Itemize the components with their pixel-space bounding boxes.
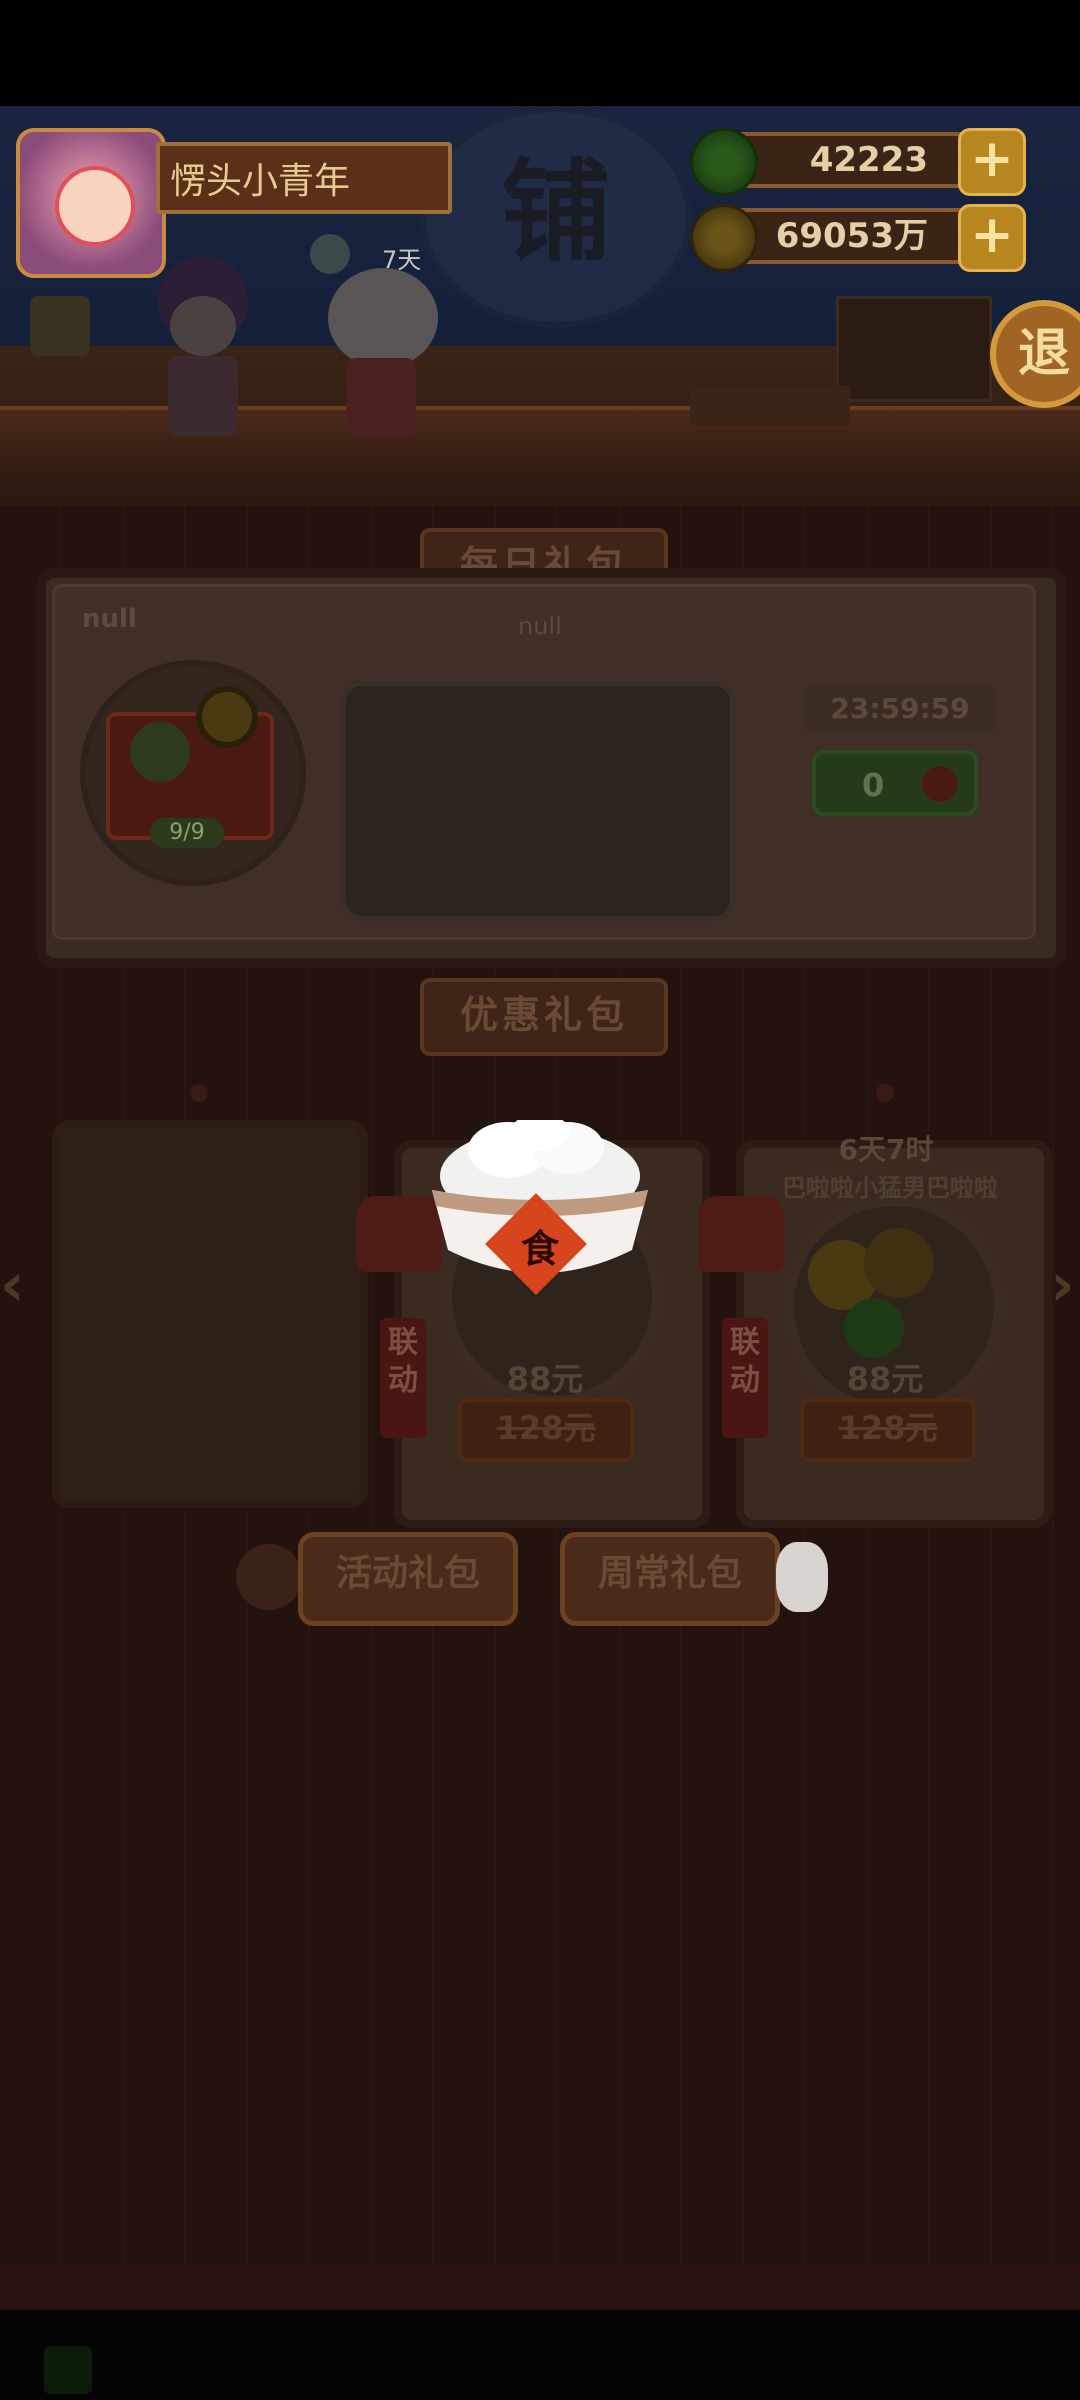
system-nav xyxy=(0,2310,1080,2400)
rice-bowl-icon[interactable]: 食 xyxy=(428,1114,652,1296)
player-name: 愣头小青年 xyxy=(156,142,452,214)
shop-sign: 铺 xyxy=(420,106,692,328)
avatar-face xyxy=(55,166,135,246)
rabbit-character[interactable] xyxy=(316,258,446,448)
gift-3-timer: 6天7时 xyxy=(838,1133,934,1166)
gold-coin-icon xyxy=(864,1228,934,1298)
tab-activity-gift[interactable]: 活动礼包 xyxy=(298,1532,518,1626)
countdown-timer: 23:59:59 xyxy=(804,686,996,732)
bottom-bar xyxy=(0,2264,1080,2310)
tab-regular-gift[interactable]: 周常礼包 xyxy=(560,1532,780,1626)
prev-arrow-icon[interactable]: ‹ xyxy=(0,1250,25,1320)
bowl-label: 食 xyxy=(520,1227,559,1271)
gift-card-empty xyxy=(52,1120,368,1508)
princess-character[interactable] xyxy=(138,256,268,446)
add-gold-button[interactable]: + xyxy=(958,204,1026,272)
link-tag-top xyxy=(698,1196,784,1272)
candle-prop xyxy=(30,296,90,356)
gold-coin-icon xyxy=(690,204,758,272)
daily-gift-subtitle: null xyxy=(518,612,562,640)
speech-bubble xyxy=(340,680,736,922)
cat-mascot-icon xyxy=(236,1544,302,1610)
hourglass-icon xyxy=(310,234,350,274)
green-jade-coin-icon xyxy=(844,1298,904,1358)
gift-3-price: 88元 xyxy=(846,1360,924,1398)
gift-3-name: 巴啦啦小猛男巴啦啦 xyxy=(782,1174,998,1202)
daily-gift-name: null xyxy=(82,604,137,634)
chest-count: 9/9 xyxy=(150,818,224,848)
next-arrow-icon[interactable]: › xyxy=(1050,1250,1075,1320)
gift-2-price: 88元 xyxy=(506,1360,584,1398)
gift-2-original-price[interactable]: 128元 xyxy=(458,1398,634,1462)
discount-gift-title: 优惠礼包 xyxy=(420,978,668,1056)
companion-days: 7天 xyxy=(382,246,422,274)
rabbit-mascot-icon xyxy=(776,1542,828,1612)
add-jade-button[interactable]: + xyxy=(958,128,1026,196)
nav-icon[interactable] xyxy=(44,2346,92,2394)
green-jade-coin-icon xyxy=(690,128,758,196)
hanging-pin-icon xyxy=(190,1084,208,1102)
hanging-pin-icon xyxy=(876,1084,894,1102)
stand-prop xyxy=(836,296,992,402)
gift-3-original-price[interactable]: 128元 xyxy=(800,1398,976,1462)
books-prop xyxy=(690,386,850,426)
link-tag: 联动 xyxy=(380,1318,426,1438)
tomato-icon xyxy=(922,766,958,802)
link-tag: 联动 xyxy=(722,1318,768,1438)
